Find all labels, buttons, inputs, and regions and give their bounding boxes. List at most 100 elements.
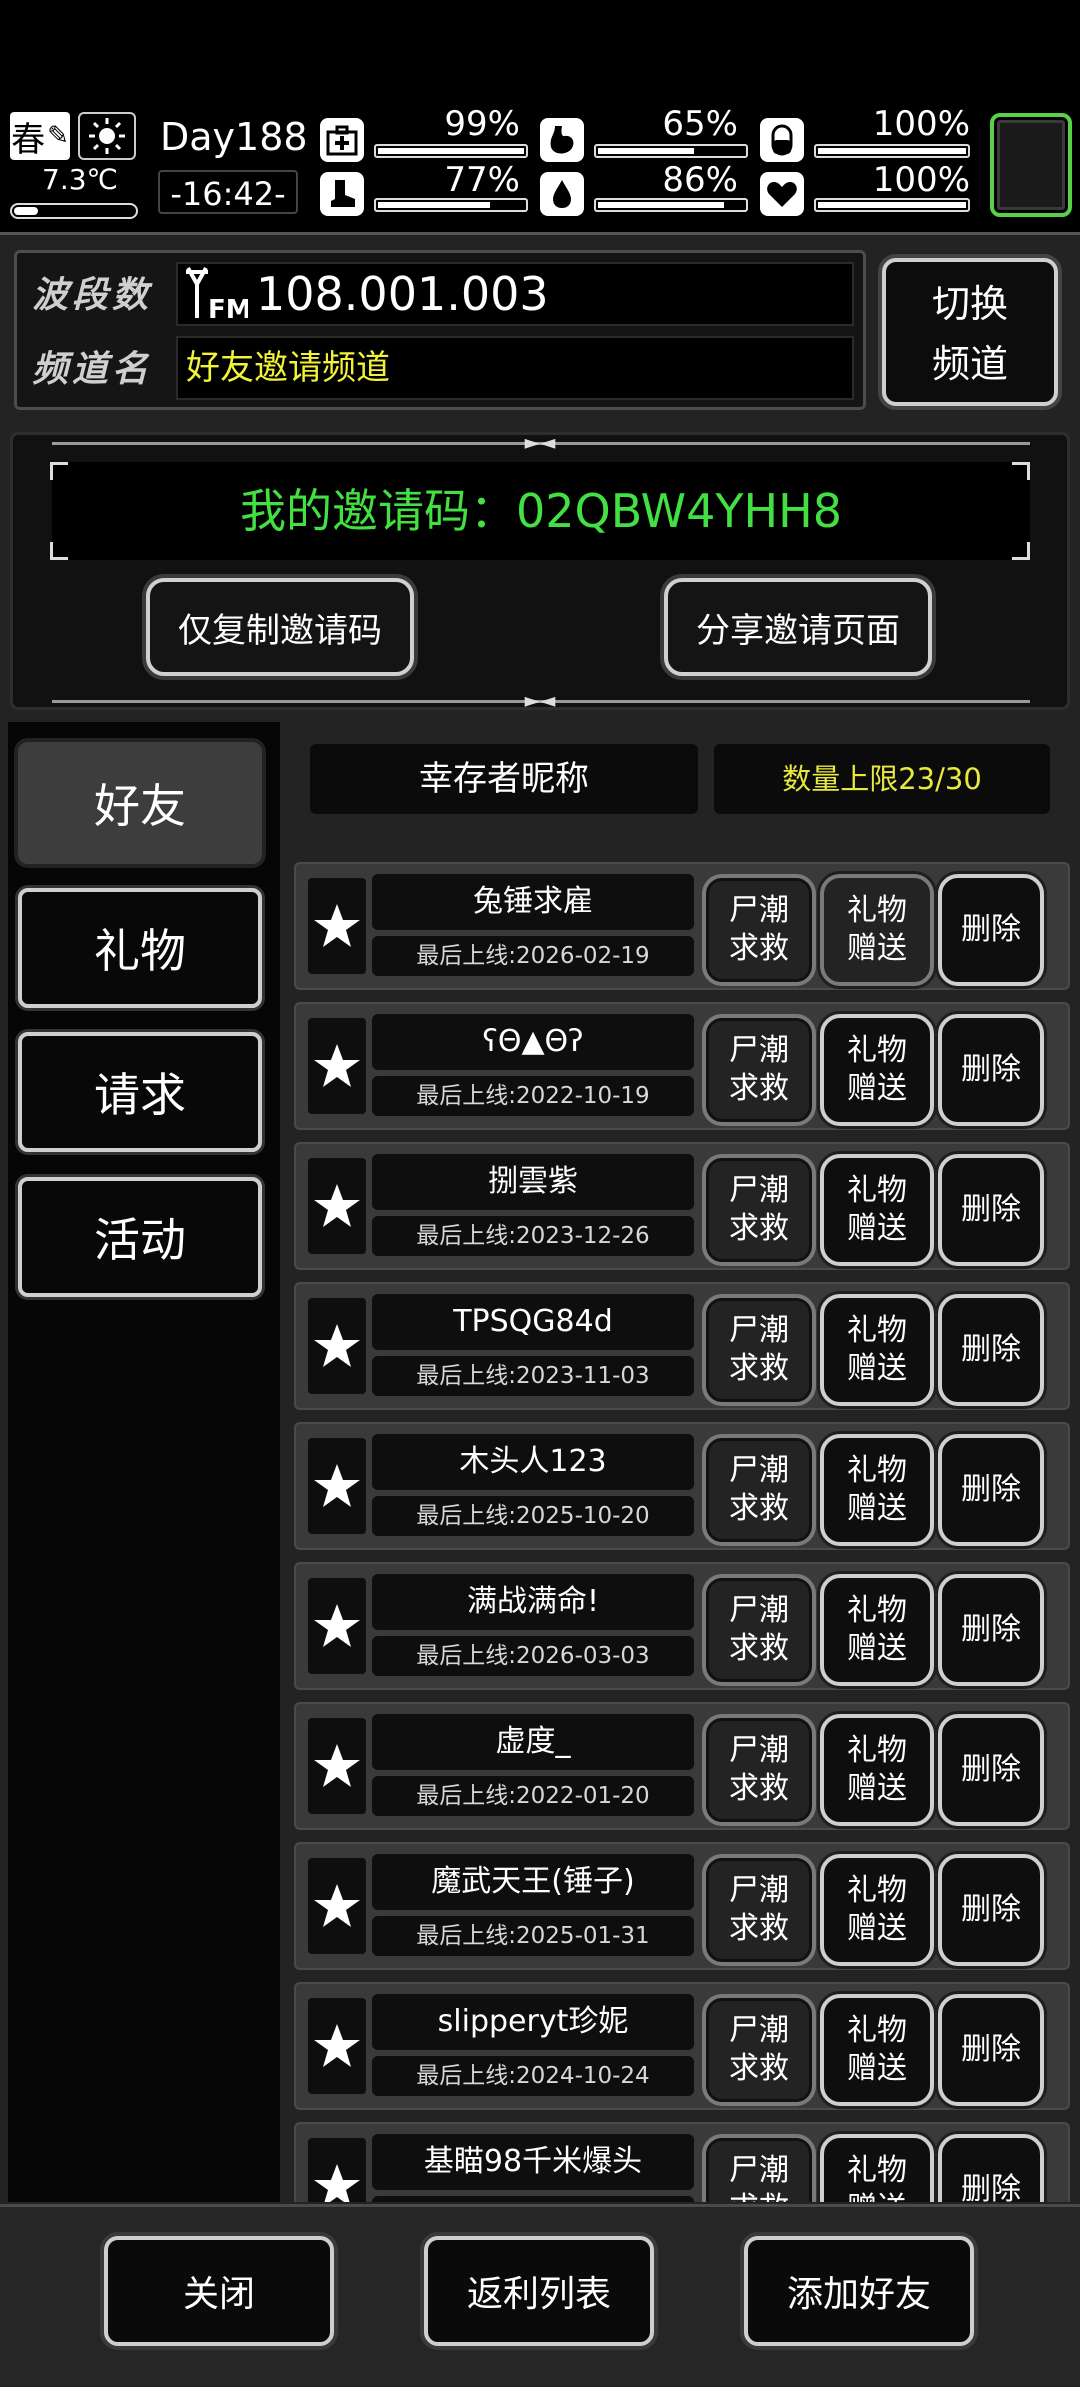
- zombie-horde-help-button[interactable]: 尸潮求救: [702, 1574, 816, 1686]
- send-gift-button[interactable]: 礼物赠送: [820, 1714, 934, 1826]
- favorite-star-icon[interactable]: [308, 2138, 366, 2202]
- friend-last-online: 最后上线:2026-02-19: [372, 936, 694, 976]
- zombie-horde-help-button[interactable]: 尸潮求救: [702, 874, 816, 986]
- button-label: 赠送: [847, 931, 907, 966]
- zombie-horde-help-button[interactable]: 尸潮求救: [702, 1714, 816, 1826]
- send-gift-button[interactable]: 礼物赠送: [820, 874, 934, 986]
- favorite-star-icon[interactable]: [308, 1718, 366, 1814]
- send-gift-button[interactable]: 礼物赠送: [820, 2134, 934, 2202]
- stat-thirst-value: 86%: [662, 160, 738, 200]
- friend-last-online: 最后上线:2024-10-24: [372, 2056, 694, 2096]
- send-gift-button[interactable]: 礼物赠送: [820, 1994, 934, 2106]
- friend-row: 兔锤求雇 最后上线:2026-02-19 尸潮 求救 礼物 赠送 删除: [294, 862, 1070, 990]
- button-label: 赠送: [847, 1071, 907, 1106]
- channel-name-value: 好友邀请频道: [186, 348, 390, 388]
- invite-code-box: 我的邀请码：02QBW4YHH8: [52, 462, 1030, 560]
- button-label: 求救: [729, 1211, 789, 1246]
- corner-decoration: [50, 542, 68, 560]
- favorite-star-icon[interactable]: [308, 878, 366, 974]
- friend-last-online: 最后上线:2026-03-03: [372, 1636, 694, 1676]
- season-label: 春: [11, 119, 46, 160]
- pill-icon: [760, 118, 804, 162]
- button-label: 赠送: [847, 1211, 907, 1246]
- corner-decoration: [50, 462, 68, 480]
- button-label: 尸潮: [729, 1593, 789, 1628]
- favorite-star-icon[interactable]: [308, 1018, 366, 1114]
- zombie-horde-help-button[interactable]: 尸潮求救: [702, 1994, 816, 2106]
- friend-last-online: 最后上线:2023-03-03: [372, 2196, 694, 2202]
- friend-name: 兔锤求雇: [372, 874, 694, 930]
- stat-health-bar: [374, 144, 528, 158]
- delete-friend-button[interactable]: 删除: [938, 1994, 1044, 2106]
- favorite-star-icon[interactable]: [308, 1438, 366, 1534]
- send-gift-button[interactable]: 礼物赠送: [820, 1014, 934, 1126]
- button-label: 求救: [729, 2051, 789, 2086]
- button-label: 求救: [729, 1491, 789, 1526]
- delete-friend-button[interactable]: 删除: [938, 1154, 1044, 1266]
- water-drop-icon: [540, 172, 584, 216]
- button-label: 尸潮: [729, 1453, 789, 1488]
- zombie-horde-help-button[interactable]: 尸潮求救: [702, 1014, 816, 1126]
- friend-last-online: 最后上线:2023-12-26: [372, 1216, 694, 1256]
- add-friend-button[interactable]: 添加好友: [744, 2236, 974, 2346]
- rebate-list-button[interactable]: 返利列表: [424, 2236, 654, 2346]
- boot-icon: [320, 172, 364, 216]
- band-value: 108.001.003: [256, 267, 549, 321]
- tab-requests[interactable]: 请求: [18, 1032, 262, 1152]
- stat-stamina-bar: [374, 198, 528, 212]
- button-label: 赠送: [847, 1631, 907, 1666]
- band-label: 波段数: [32, 275, 153, 316]
- favorite-star-icon[interactable]: [308, 1858, 366, 1954]
- friend-last-online: 最后上线:2025-10-20: [372, 1496, 694, 1536]
- tab-events[interactable]: 活动: [18, 1177, 262, 1297]
- button-label: 礼物: [847, 1733, 907, 1768]
- friend-row: 木头人123 最后上线:2025-10-20 尸潮 求救 礼物 赠送 删除: [294, 1422, 1070, 1550]
- friend-last-online: 最后上线:2023-11-03: [372, 1356, 694, 1396]
- friend-row: 满战满命! 最后上线:2026-03-03 尸潮 求救 礼物 赠送 删除: [294, 1562, 1070, 1690]
- send-gift-button[interactable]: 礼物赠送: [820, 1294, 934, 1406]
- delete-friend-button[interactable]: 删除: [938, 874, 1044, 986]
- copy-invite-code-button[interactable]: 仅复制邀请码: [146, 578, 414, 676]
- day-counter: Day188: [160, 115, 308, 159]
- close-button[interactable]: 关闭: [104, 2236, 334, 2346]
- stat-hunger-value: 65%: [662, 104, 738, 144]
- friend-name: ʕΘ▲Θʔ: [372, 1014, 694, 1070]
- inventory-slot-button[interactable]: [990, 113, 1072, 217]
- stat-spirit-bar: [814, 198, 970, 212]
- stomach-icon: [540, 118, 584, 162]
- delete-friend-button[interactable]: 删除: [938, 1854, 1044, 1966]
- arrows-icon: ►◄: [524, 688, 556, 712]
- zombie-horde-help-button[interactable]: 尸潮求救: [702, 2134, 816, 2202]
- switch-channel-label-2: 频道: [931, 342, 1008, 386]
- favorite-star-icon[interactable]: [308, 1998, 366, 2094]
- friends-list[interactable]: 兔锤求雇 最后上线:2026-02-19 尸潮 求救 礼物 赠送 删除 ʕΘ▲Θʔ …: [288, 832, 1074, 2202]
- tab-friends[interactable]: 好友: [18, 742, 262, 864]
- stat-mood-value: 100%: [872, 104, 970, 144]
- delete-friend-button[interactable]: 删除: [938, 1434, 1044, 1546]
- button-label: 礼物: [847, 1173, 907, 1208]
- delete-friend-button[interactable]: 删除: [938, 1014, 1044, 1126]
- zombie-horde-help-button[interactable]: 尸潮求救: [702, 1294, 816, 1406]
- delete-friend-button[interactable]: 删除: [938, 1714, 1044, 1826]
- send-gift-button[interactable]: 礼物赠送: [820, 1434, 934, 1546]
- share-invite-page-button[interactable]: 分享邀请页面: [664, 578, 932, 676]
- friend-name: 捌雲紫: [372, 1154, 694, 1210]
- delete-friend-button[interactable]: 删除: [938, 2134, 1044, 2202]
- tab-gifts[interactable]: 礼物: [18, 888, 262, 1008]
- button-label: 礼物: [847, 2013, 907, 2048]
- zombie-horde-help-button[interactable]: 尸潮求救: [702, 1854, 816, 1966]
- delete-friend-button[interactable]: 删除: [938, 1294, 1044, 1406]
- send-gift-button[interactable]: 礼物赠送: [820, 1154, 934, 1266]
- delete-friend-button[interactable]: 删除: [938, 1574, 1044, 1686]
- switch-channel-button[interactable]: 切换 频道: [882, 258, 1058, 406]
- favorite-star-icon[interactable]: [308, 1578, 366, 1674]
- feather-icon: ✎: [47, 121, 69, 151]
- send-gift-button[interactable]: 礼物赠送: [820, 1854, 934, 1966]
- zombie-horde-help-button[interactable]: 尸潮求救: [702, 1154, 816, 1266]
- favorite-star-icon[interactable]: [308, 1158, 366, 1254]
- button-label: 尸潮: [729, 893, 789, 928]
- favorite-star-icon[interactable]: [308, 1298, 366, 1394]
- zombie-horde-help-button[interactable]: 尸潮求救: [702, 1434, 816, 1546]
- send-gift-button[interactable]: 礼物赠送: [820, 1574, 934, 1686]
- button-label: 尸潮: [729, 1873, 789, 1908]
